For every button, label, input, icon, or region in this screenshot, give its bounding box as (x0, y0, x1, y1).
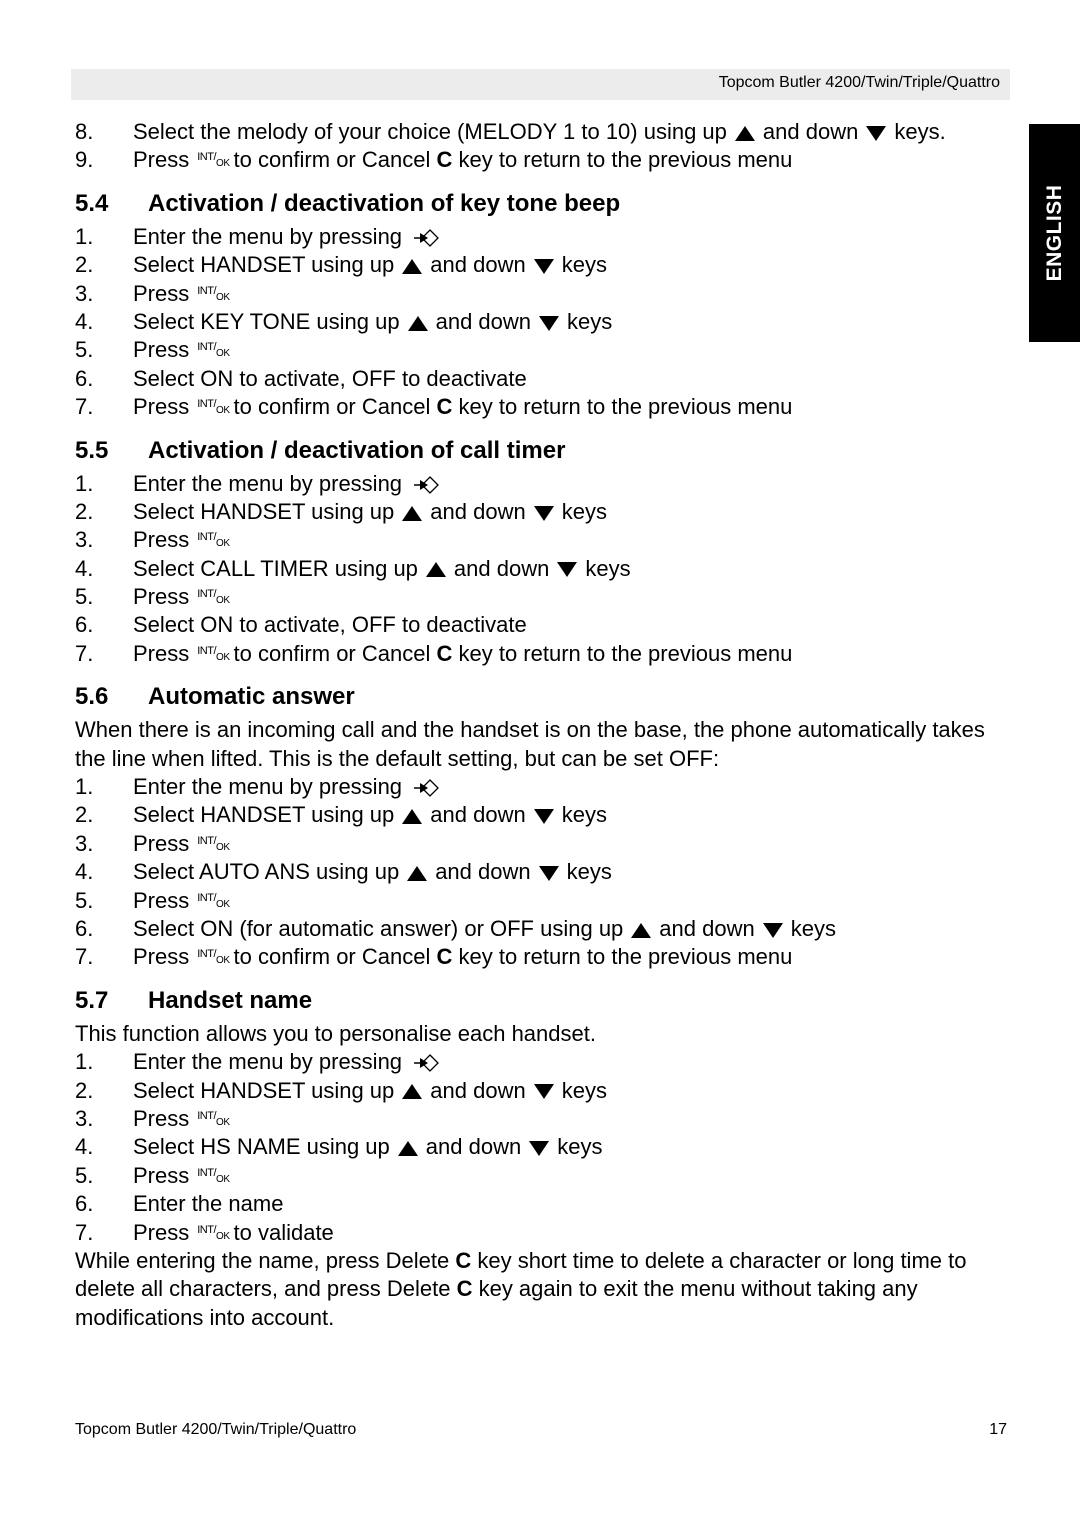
int-ok-icon: INT/OK (197, 834, 230, 853)
header-title: Topcom Butler 4200/Twin/Triple/Quattro (718, 74, 1000, 91)
int-ok-icon: INT/OK (197, 1223, 230, 1242)
up-arrow-icon (425, 562, 446, 578)
int-ok-icon: INT/OK (197, 1109, 230, 1128)
list-item: 1. Enter the menu by pressing (75, 223, 1010, 251)
down-arrow-icon (539, 315, 560, 331)
list-item: 4. Select HS NAME using up and down keys (75, 1134, 603, 1160)
int-ok-icon: INT/OK (197, 531, 230, 550)
list-item: 3. Press INT/OK (75, 280, 230, 306)
up-arrow-icon (402, 809, 423, 825)
list-item: 7. Press INT/OK to validate (75, 1219, 334, 1245)
list-item: 1. Enter the menu by pressing (75, 470, 1010, 498)
list-item: 6. Select ON to activate, OFF to deactiva… (75, 612, 527, 638)
down-arrow-icon (762, 922, 783, 938)
up-arrow-icon (397, 1141, 418, 1157)
list-item: 5. Press INT/OK (75, 1162, 230, 1188)
int-ok-icon: INT/OK (197, 948, 230, 967)
list-item: 2. Select HANDSET using up and down keys (75, 1077, 607, 1103)
int-ok-icon: INT/OK (197, 588, 230, 607)
footer-title: Topcom Butler 4200/Twin/Triple/Quattro (75, 1421, 357, 1438)
down-arrow-icon (533, 1084, 554, 1100)
menu-key-icon (414, 229, 439, 247)
list-item: 5. Press INT/OK (75, 887, 230, 913)
list-item: 2. Select HANDSET using up and down keys (75, 802, 607, 828)
language-label: ENGLISH (1042, 184, 1066, 282)
down-arrow-icon (866, 125, 887, 141)
section-paragraph: This function allows you to personalise … (75, 1020, 596, 1046)
up-arrow-icon (402, 258, 423, 274)
document-body: 8. Select the melody of your choice (MELO… (75, 118, 1010, 1332)
down-arrow-icon (533, 505, 554, 521)
page-number: 17 (989, 1421, 1007, 1438)
list-item: 6. Enter the name (75, 1191, 284, 1217)
int-ok-icon: INT/OK (197, 1166, 230, 1185)
page-header: Topcom Butler 4200/Twin/Triple/Quattro (71, 69, 1010, 100)
section-heading: 5.7 Handset name (75, 986, 313, 1014)
int-ok-icon: INT/OK (197, 341, 230, 360)
list-item: 7. Press INT/OK to confirm or Cancel C key … (75, 944, 793, 970)
down-arrow-icon (538, 865, 559, 881)
list-item: 2. Select HANDSET using up and down keys (75, 498, 607, 524)
up-arrow-icon (402, 505, 423, 521)
list-item: 5. Press INT/OK (75, 584, 230, 610)
up-arrow-icon (402, 1084, 423, 1100)
list-item: 5. Press INT/OK (75, 337, 230, 363)
list-item: 2. Select HANDSET using up and down keys (75, 252, 607, 278)
section-note: While entering the name, press Delete C … (75, 1247, 967, 1330)
list-item: 8. Select the melody of your choice (MELO… (75, 119, 946, 144)
int-ok-icon: INT/OK (197, 151, 230, 170)
list-item: 1. Enter the menu by pressing (75, 773, 1010, 801)
down-arrow-icon (533, 258, 554, 274)
section-heading: 5.6 Automatic answer (75, 683, 355, 711)
down-arrow-icon (557, 562, 578, 578)
section-heading: 5.4 Activation / deactivation of key tone… (75, 189, 621, 217)
up-arrow-icon (407, 315, 428, 331)
down-arrow-icon (529, 1141, 550, 1157)
list-item: 3. Press INT/OK (75, 830, 230, 856)
section-heading: 5.5 Activation / deactivation of call tim… (75, 436, 566, 464)
list-item: 9. Press INT/OK to confirm or Cancel C key … (75, 147, 793, 173)
menu-key-icon (414, 1054, 439, 1073)
up-arrow-icon (734, 125, 755, 141)
up-arrow-icon (631, 922, 652, 938)
up-arrow-icon (407, 865, 428, 881)
list-item: 3. Press INT/OK (75, 527, 230, 553)
section-paragraph: When there is an incoming call and the h… (75, 717, 985, 771)
menu-key-icon (414, 779, 439, 798)
list-item: 6. Select ON (for automatic answer) or OF… (75, 916, 836, 942)
int-ok-icon: INT/OK (197, 644, 230, 663)
int-ok-icon: INT/OK (197, 891, 230, 910)
list-item: 7. Press INT/OK to confirm or Cancel C key … (75, 640, 793, 666)
down-arrow-icon (533, 809, 554, 825)
language-tab: ENGLISH (1029, 124, 1080, 342)
list-item: 4. Select AUTO ANS using up and down keys (75, 859, 612, 885)
int-ok-icon: INT/OK (197, 284, 230, 303)
int-ok-icon: INT/OK (197, 398, 230, 417)
list-item: 3. Press INT/OK (75, 1105, 230, 1131)
list-item: 7. Press INT/OK to confirm or Cancel C key … (75, 394, 793, 420)
list-item: 4. Select CALL TIMER using up and down keys (75, 555, 631, 581)
list-item: 6. Select ON to activate, OFF to deactiva… (75, 365, 527, 391)
list-item: 1. Enter the menu by pressing (75, 1048, 1010, 1076)
menu-key-icon (414, 475, 439, 494)
list-item: 4. Select KEY TONE using up and down keys (75, 308, 613, 334)
